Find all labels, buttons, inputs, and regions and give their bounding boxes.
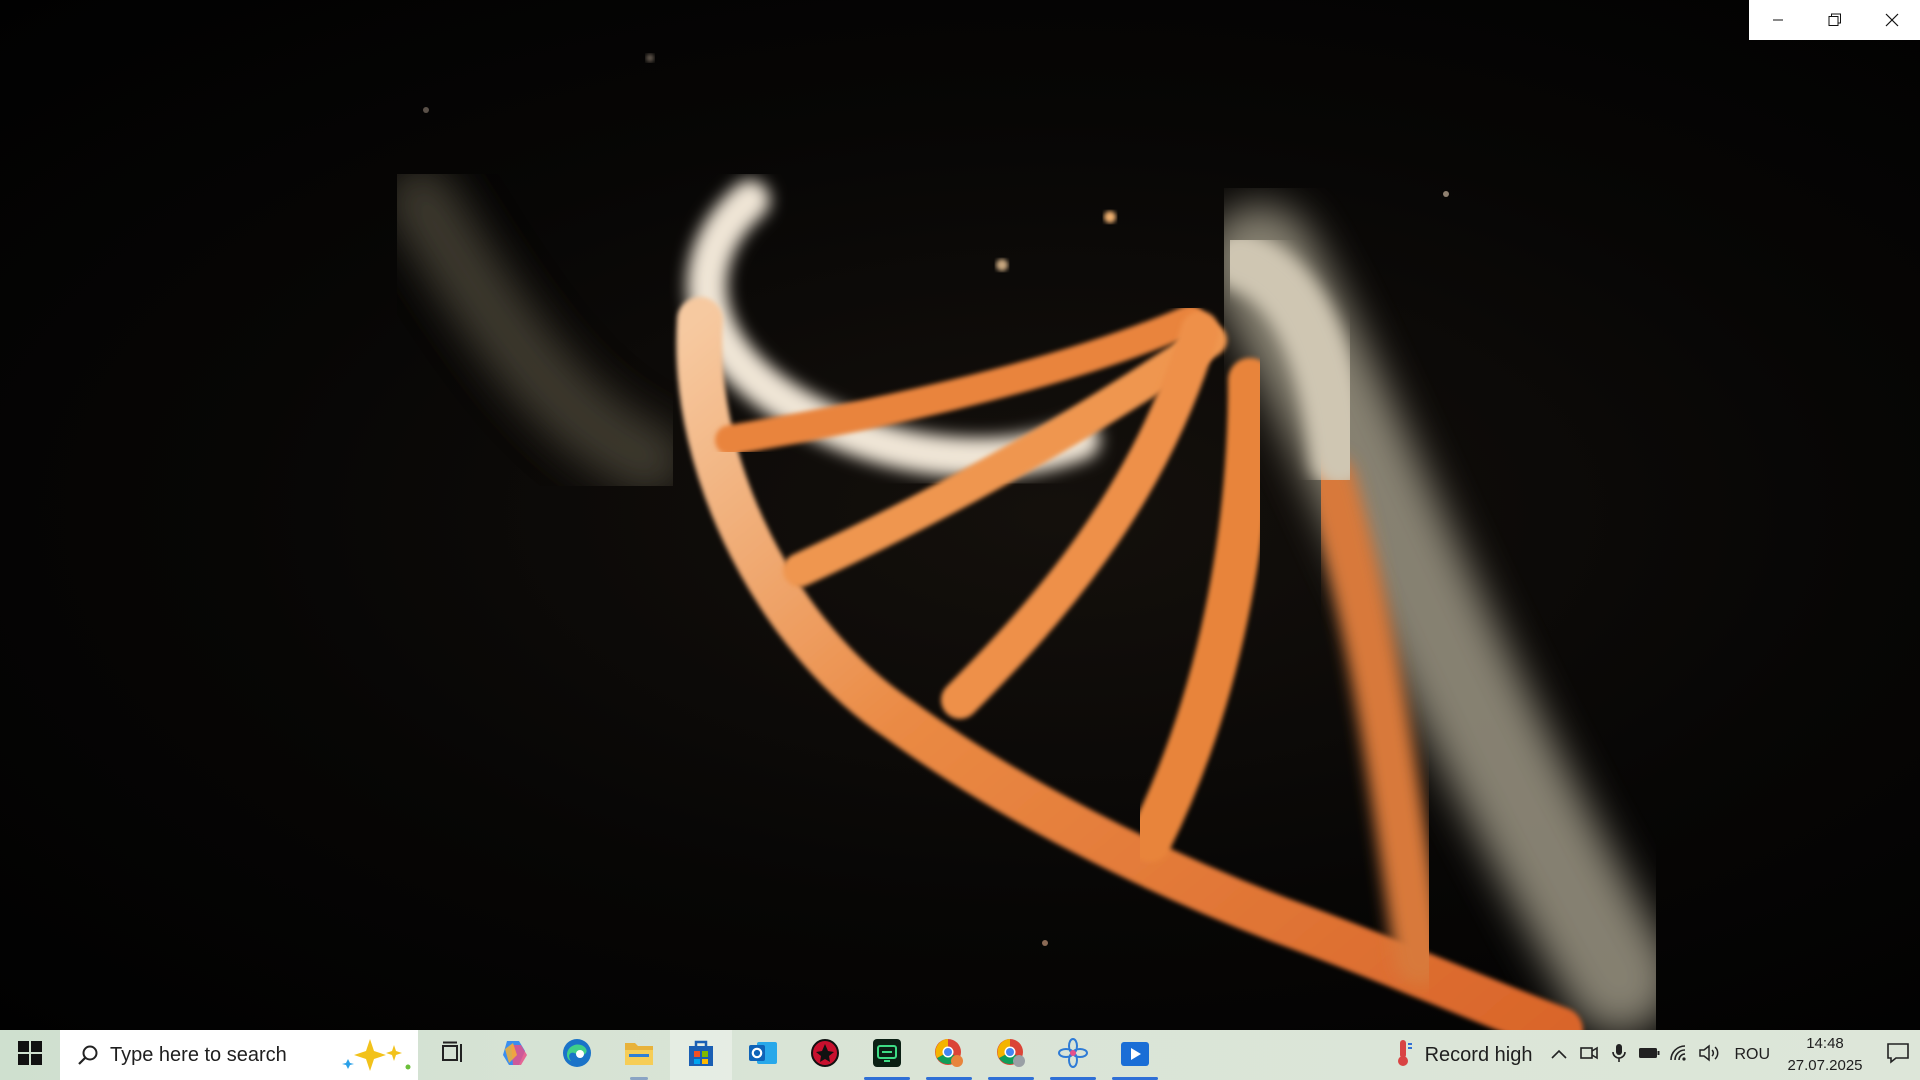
- chrome-profile-icon: [933, 1037, 965, 1074]
- search-placeholder: Type here to search: [110, 1043, 287, 1066]
- media-player-button[interactable]: [1104, 1030, 1166, 1080]
- pinwheel-app-icon: [1057, 1037, 1089, 1074]
- task-view-icon: [440, 1040, 466, 1071]
- outlook-button[interactable]: [732, 1030, 794, 1080]
- network-tray-button[interactable]: [1664, 1030, 1694, 1080]
- camera-icon: [1580, 1045, 1599, 1066]
- copilot-button[interactable]: [484, 1030, 546, 1080]
- microsoft-store-button[interactable]: [670, 1030, 732, 1080]
- thermometer-icon: [1391, 1038, 1415, 1073]
- media-player-icon: [1119, 1038, 1151, 1073]
- window-caption-buttons: [1749, 0, 1920, 40]
- camera-tray-button[interactable]: [1574, 1030, 1604, 1080]
- video-viewer[interactable]: [0, 0, 1920, 1030]
- wifi-icon: [1669, 1044, 1689, 1067]
- task-view-button[interactable]: [422, 1030, 484, 1080]
- weather-text: Record high: [1424, 1043, 1533, 1066]
- terminal-app-icon: [872, 1038, 902, 1073]
- microphone-icon: [1612, 1043, 1627, 1068]
- speaker-icon: [1698, 1043, 1720, 1067]
- search-icon: [76, 1043, 100, 1067]
- pinwheel-app-button[interactable]: [1042, 1030, 1104, 1080]
- clock-time: 14:48: [1806, 1035, 1844, 1052]
- clock-date: 27.07.2025: [1787, 1057, 1863, 1074]
- start-button[interactable]: [0, 1030, 60, 1080]
- minimize-icon: [1772, 14, 1784, 26]
- file-explorer-button[interactable]: [608, 1030, 670, 1080]
- battery-icon: [1638, 1046, 1660, 1064]
- minimize-button[interactable]: [1749, 0, 1806, 40]
- chrome-profile-button[interactable]: [918, 1030, 980, 1080]
- battery-tray-button[interactable]: [1634, 1030, 1664, 1080]
- outlook-icon: [747, 1038, 779, 1073]
- notification-icon: [1886, 1042, 1910, 1069]
- microphone-tray-button[interactable]: [1604, 1030, 1634, 1080]
- edge-button[interactable]: [546, 1030, 608, 1080]
- microsoft-store-icon: [686, 1038, 716, 1073]
- taskbar-apps: [422, 1030, 1166, 1080]
- close-button[interactable]: [1863, 0, 1920, 40]
- input-language-indicator[interactable]: ROU: [1724, 1046, 1780, 1064]
- restore-button[interactable]: [1806, 0, 1863, 40]
- chrome-button[interactable]: [980, 1030, 1042, 1080]
- windows-logo-icon: [18, 1040, 42, 1070]
- search-highlight-icon[interactable]: [338, 1035, 418, 1075]
- edge-icon: [561, 1037, 593, 1074]
- chrome-icon: [995, 1037, 1027, 1074]
- notifications-button[interactable]: [1876, 1030, 1920, 1080]
- clock[interactable]: 14:48 27.07.2025: [1780, 1033, 1870, 1077]
- weather-widget[interactable]: Record high: [1379, 1030, 1545, 1080]
- dna-helix-image: [385, 54, 1675, 1030]
- volume-tray-button[interactable]: [1694, 1030, 1724, 1080]
- chevron-up-icon: [1551, 1046, 1568, 1064]
- close-icon: [1885, 13, 1899, 27]
- app-red-icon: [810, 1038, 840, 1073]
- show-hidden-icons-button[interactable]: [1544, 1030, 1574, 1080]
- file-explorer-icon: [623, 1039, 655, 1072]
- copilot-icon: [499, 1037, 531, 1074]
- taskbar-search-box[interactable]: Type here to search: [60, 1030, 418, 1080]
- terminal-app-button[interactable]: [856, 1030, 918, 1080]
- restore-icon: [1828, 13, 1842, 27]
- red-app-button[interactable]: [794, 1030, 856, 1080]
- system-tray: Record high ROU 14:48 27.07.2025: [1379, 1030, 1920, 1080]
- taskbar: Type here to search Record high ROU 14:4…: [0, 1030, 1920, 1080]
